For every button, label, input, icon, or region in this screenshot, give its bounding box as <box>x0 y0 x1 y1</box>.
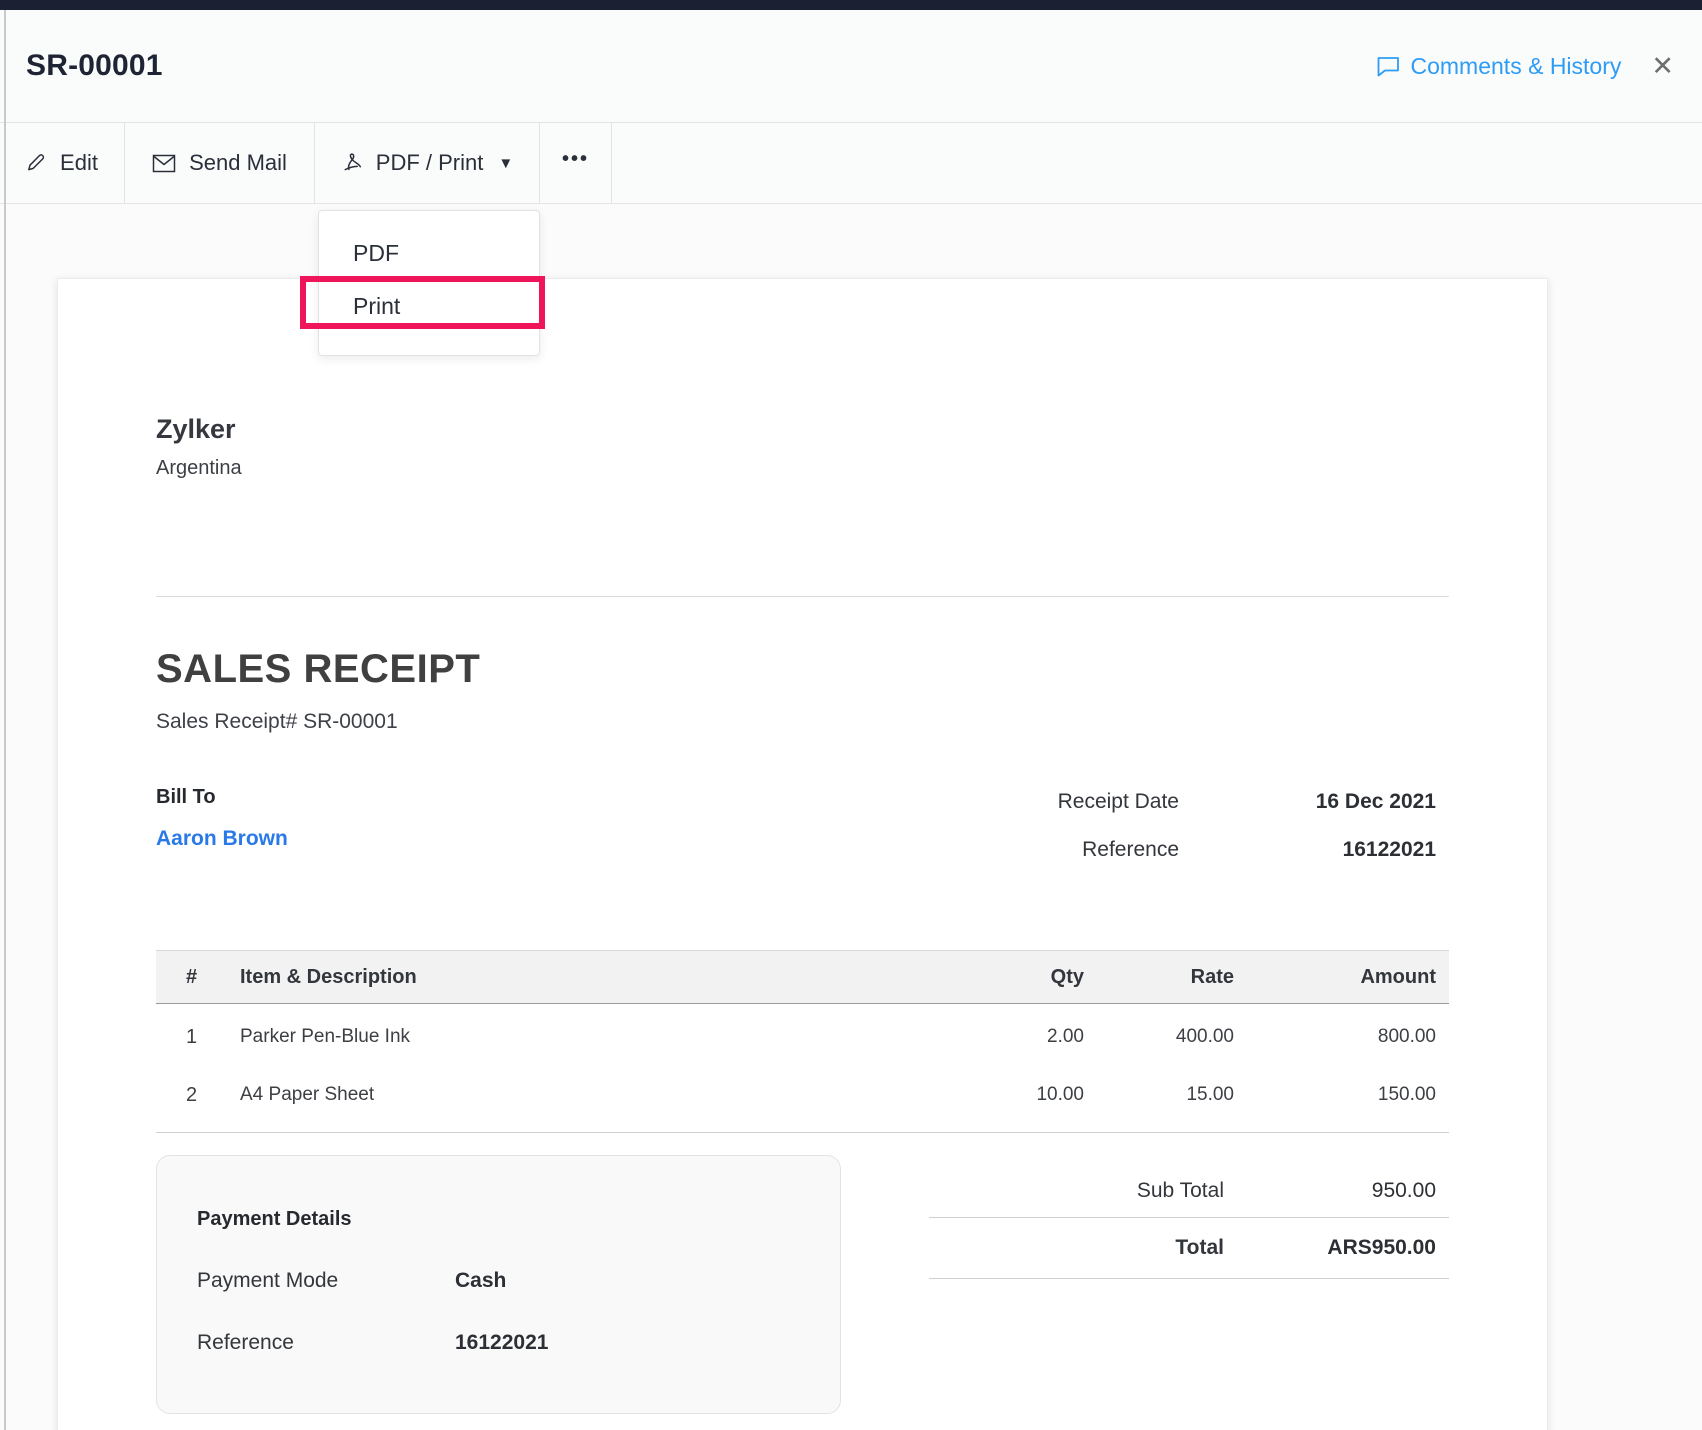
reference-row: Reference 16122021 <box>979 838 1449 862</box>
sub-total-label: Sub Total <box>929 1179 1224 1203</box>
payment-reference-value: 16122021 <box>455 1331 548 1355</box>
close-icon[interactable]: ✕ <box>1651 53 1674 80</box>
reference-value: 16122021 <box>1179 838 1449 862</box>
payment-and-totals-section: Payment Details Payment Mode Cash Refere… <box>156 1155 1449 1414</box>
payment-details-title: Payment Details <box>197 1208 800 1231</box>
col-header-qty: Qty <box>924 966 1084 989</box>
billto-and-meta-section: Bill To Aaron Brown Receipt Date 16 Dec … <box>156 786 1449 886</box>
row-amount: 800.00 <box>1234 1026 1449 1048</box>
company-country: Argentina <box>156 457 1449 480</box>
pencil-icon <box>26 153 47 174</box>
comments-history-link[interactable]: Comments & History <box>1376 53 1622 80</box>
table-header-row: # Item & Description Qty Rate Amount <box>156 950 1449 1004</box>
pdf-print-label: PDF / Print <box>376 150 484 176</box>
row-rate: 400.00 <box>1084 1026 1234 1048</box>
receipt-date-label: Receipt Date <box>979 790 1179 814</box>
row-qty: 10.00 <box>924 1084 1084 1106</box>
edit-label: Edit <box>60 150 98 176</box>
row-amount: 150.00 <box>1234 1084 1449 1106</box>
row-item-description: A4 Paper Sheet <box>212 1084 924 1106</box>
document-number-line: Sales Receipt# SR-00001 <box>156 710 1449 734</box>
col-header-number: # <box>156 966 212 989</box>
pdf-print-button[interactable]: PDF / Print ▼ <box>315 123 540 203</box>
page-title: SR-00001 <box>26 49 163 83</box>
payment-mode-row: Payment Mode Cash <box>197 1269 800 1293</box>
payment-reference-row: Reference 16122021 <box>197 1331 800 1355</box>
more-actions-button[interactable]: ••• <box>540 123 612 203</box>
col-header-amount: Amount <box>1234 966 1449 989</box>
pdf-icon <box>341 152 363 175</box>
top-navigation-strip <box>0 0 1702 10</box>
payment-details-box: Payment Details Payment Mode Cash Refere… <box>156 1155 841 1414</box>
edit-button[interactable]: Edit <box>0 123 125 203</box>
total-label: Total <box>929 1236 1224 1260</box>
menu-item-print[interactable]: Print <box>319 280 539 333</box>
sub-total-value: 950.00 <box>1224 1179 1449 1203</box>
menu-item-pdf[interactable]: PDF <box>319 227 539 280</box>
bill-to-block: Bill To Aaron Brown <box>156 786 288 886</box>
header-actions: Comments & History ✕ <box>1376 53 1675 80</box>
bill-to-label: Bill To <box>156 786 288 809</box>
left-edge-divider <box>4 10 6 1430</box>
total-row: Total ARS950.00 <box>929 1218 1449 1278</box>
receipt-date-row: Receipt Date 16 Dec 2021 <box>979 790 1449 814</box>
send-mail-button[interactable]: Send Mail <box>125 123 315 203</box>
company-name: Zylker <box>156 414 1449 445</box>
table-body: 1 Parker Pen-Blue Ink 2.00 400.00 800.00… <box>156 1004 1449 1133</box>
row-rate: 15.00 <box>1084 1084 1234 1106</box>
row-number: 1 <box>156 1026 212 1049</box>
payment-reference-label: Reference <box>197 1331 455 1355</box>
payment-mode-label: Payment Mode <box>197 1269 455 1293</box>
record-header: SR-00001 Comments & History ✕ <box>0 10 1702 122</box>
row-item-description: Parker Pen-Blue Ink <box>212 1026 924 1048</box>
header-divider <box>156 596 1449 597</box>
send-mail-label: Send Mail <box>189 150 287 176</box>
document-type-heading: SALES RECEIPT <box>156 647 1449 692</box>
line-items-table: # Item & Description Qty Rate Amount 1 P… <box>156 950 1449 1133</box>
receipt-date-value: 16 Dec 2021 <box>1179 790 1449 814</box>
chevron-down-icon: ▼ <box>498 155 513 172</box>
totals-block: Sub Total 950.00 Total ARS950.00 <box>929 1155 1449 1414</box>
row-number: 2 <box>156 1084 212 1107</box>
pdf-print-dropdown-menu: PDF Print <box>318 210 540 356</box>
speech-bubble-icon <box>1376 55 1401 78</box>
total-value: ARS950.00 <box>1224 1236 1449 1260</box>
row-qty: 2.00 <box>924 1026 1084 1048</box>
payment-mode-value: Cash <box>455 1269 506 1293</box>
reference-label: Reference <box>979 838 1179 862</box>
ellipsis-icon: ••• <box>562 148 589 171</box>
totals-divider-bottom <box>929 1278 1449 1279</box>
sub-total-row: Sub Total 950.00 <box>929 1165 1449 1217</box>
record-toolbar: Edit Send Mail PDF / Print ▼ <box>0 122 1702 204</box>
comments-history-label: Comments & History <box>1411 53 1622 80</box>
sales-receipt-detail-page: SR-00001 Comments & History ✕ Edit <box>0 0 1702 1430</box>
envelope-icon <box>152 154 176 173</box>
receipt-preview-card: Zylker Argentina SALES RECEIPT Sales Rec… <box>57 278 1548 1430</box>
col-header-item: Item & Description <box>212 966 924 989</box>
col-header-rate: Rate <box>1084 966 1234 989</box>
table-row: 1 Parker Pen-Blue Ink 2.00 400.00 800.00 <box>156 1008 1449 1066</box>
customer-link[interactable]: Aaron Brown <box>156 827 288 851</box>
table-row: 2 A4 Paper Sheet 10.00 15.00 150.00 <box>156 1066 1449 1124</box>
receipt-meta-block: Receipt Date 16 Dec 2021 Reference 16122… <box>979 790 1449 886</box>
